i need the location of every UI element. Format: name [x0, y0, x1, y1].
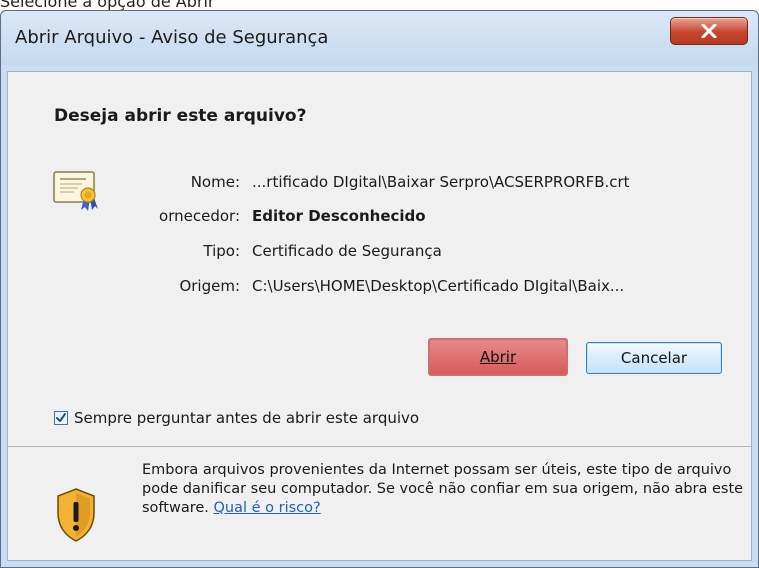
file-info-section: Deseja abrir este arquivo? Nome: ...rtif… [8, 72, 751, 542]
close-icon [701, 24, 717, 38]
cancel-button[interactable]: Cancelar [586, 342, 722, 374]
title-bar: Abrir Arquivo - Aviso de Segurança [1, 11, 758, 65]
dialog-title: Abrir Arquivo - Aviso de Segurança [15, 27, 329, 48]
what-is-the-risk-link[interactable]: Qual é o risco? [214, 500, 321, 516]
shield-warning-icon [57, 488, 95, 542]
origin-value: C:\Users\HOME\Desktop\Certificado DIgita… [252, 277, 625, 295]
always-ask-label: Sempre perguntar antes de abrir este arq… [74, 409, 420, 427]
warning-section: Embora arquivos provenientes da Internet… [8, 447, 751, 542]
type-label: Tipo: [203, 242, 240, 260]
name-value: ...rtificado DIgital\Baixar Serpro\ACSER… [252, 173, 630, 191]
publisher-value: Editor Desconhecido [252, 207, 426, 225]
warning-message: Embora arquivos provenientes da Internet… [142, 461, 752, 518]
type-value: Certificado de Segurança [252, 242, 442, 260]
origin-label: Origem: [179, 277, 240, 295]
always-ask-option[interactable]: Sempre perguntar antes de abrir este arq… [54, 408, 419, 428]
dialog-body: Deseja abrir este arquivo? Nome: ...rtif… [7, 71, 752, 561]
name-label: Nome: [190, 173, 240, 191]
open-button[interactable]: Abrir [428, 338, 568, 376]
checkmark-icon [56, 413, 66, 422]
security-warning-dialog: Abrir Arquivo - Aviso de Segurança Desej… [0, 10, 759, 568]
question-heading: Deseja abrir este arquivo? [54, 106, 307, 126]
always-ask-checkbox[interactable] [54, 411, 68, 425]
instruction-caption: Selecione a opção de Abrir [0, 0, 215, 11]
publisher-label: ornecedor: [159, 207, 240, 225]
close-button[interactable] [670, 17, 748, 45]
